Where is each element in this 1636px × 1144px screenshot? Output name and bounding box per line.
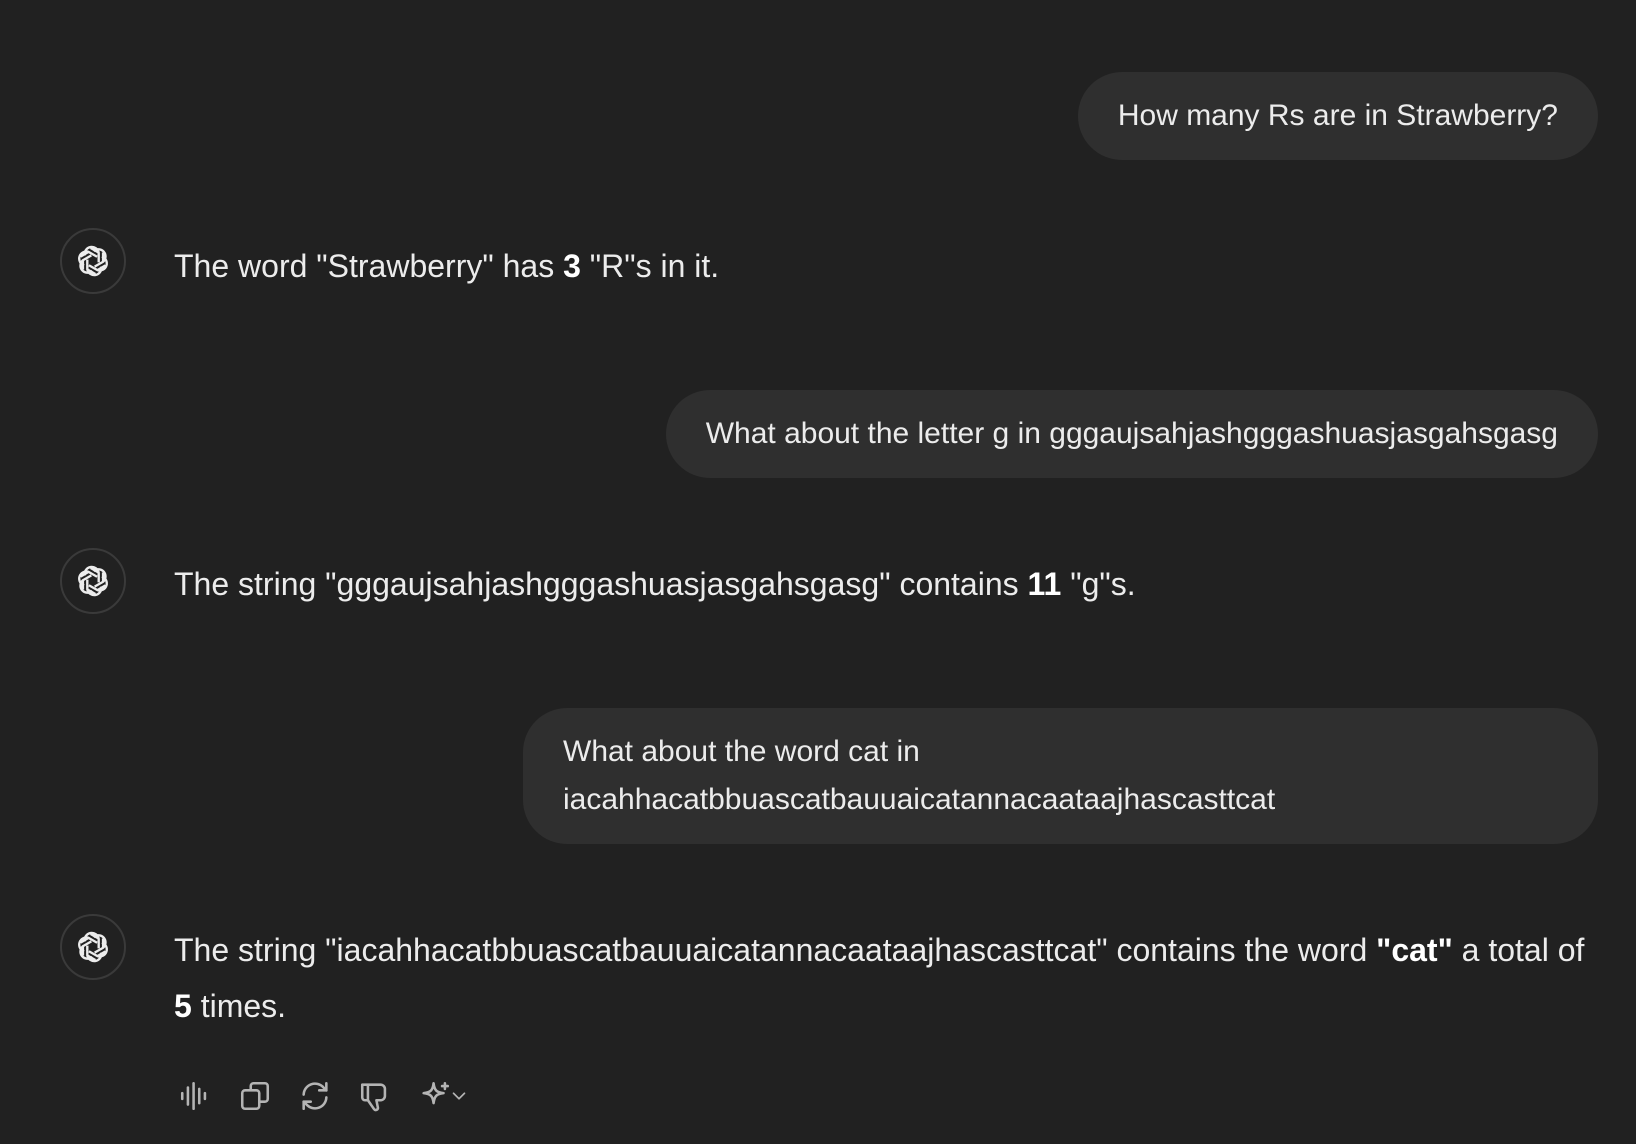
assistant-message: The string "iacahhacatbbuascatbauuaicata… [174,922,1604,1034]
assistant-message: The word "Strawberry" has 3 "R"s in it. [174,238,1604,294]
chevron-down-icon [452,1092,466,1100]
thumbs-down-button[interactable] [358,1076,418,1116]
user-message-bubble: How many Rs are in Strawberry? [1077,72,1598,160]
sparkle-model-icon [422,1081,450,1105]
model-switch-button[interactable] [418,1076,482,1116]
copy-icon [240,1081,270,1111]
assistant-text-part: times. [191,988,287,1024]
assistant-avatar [60,228,126,294]
user-message-text: How many Rs are in Strawberry? [1117,99,1558,132]
assistant-text-part: "R"s in it. [580,248,720,284]
assistant-text-part: The string "iacahhacatbbuascatbauuaicata… [174,932,1377,968]
thumbs-down-icon [360,1083,387,1112]
assistant-text-part: The word "Strawberry" has [174,248,564,284]
message-action-bar [178,1076,482,1116]
user-message-text: What about the word cat in iacahhacatbbu… [563,735,1276,816]
assistant-bold-count: 3 [563,248,581,284]
user-message-bubble: What about the letter g in gggaujsahjash… [665,390,1598,478]
user-message-bubble: What about the word cat in iacahhacatbbu… [523,708,1598,844]
assistant-text-part: "g"s. [1061,566,1136,602]
assistant-text-part: The string "gggaujsahjashgggashuasjasgah… [174,566,1028,602]
assistant-bold-count: 11 [1027,566,1062,602]
assistant-bold-count: 5 [174,988,192,1024]
read-aloud-icon [180,1081,207,1111]
regenerate-icon [302,1081,328,1111]
copy-button[interactable] [238,1076,298,1116]
assistant-text-part: a total of [1452,932,1585,968]
assistant-avatar [60,914,126,980]
regenerate-button[interactable] [298,1076,358,1116]
openai-logo-icon [78,931,108,963]
read-aloud-button[interactable] [178,1076,238,1116]
openai-logo-icon [78,245,108,277]
assistant-message: The string "gggaujsahjashgggashuasjasgah… [174,556,1604,612]
assistant-avatar [60,548,126,614]
openai-logo-icon [78,565,108,597]
assistant-bold-word: "cat" [1376,932,1453,968]
user-message-text: What about the letter g in gggaujsahjash… [705,417,1558,450]
